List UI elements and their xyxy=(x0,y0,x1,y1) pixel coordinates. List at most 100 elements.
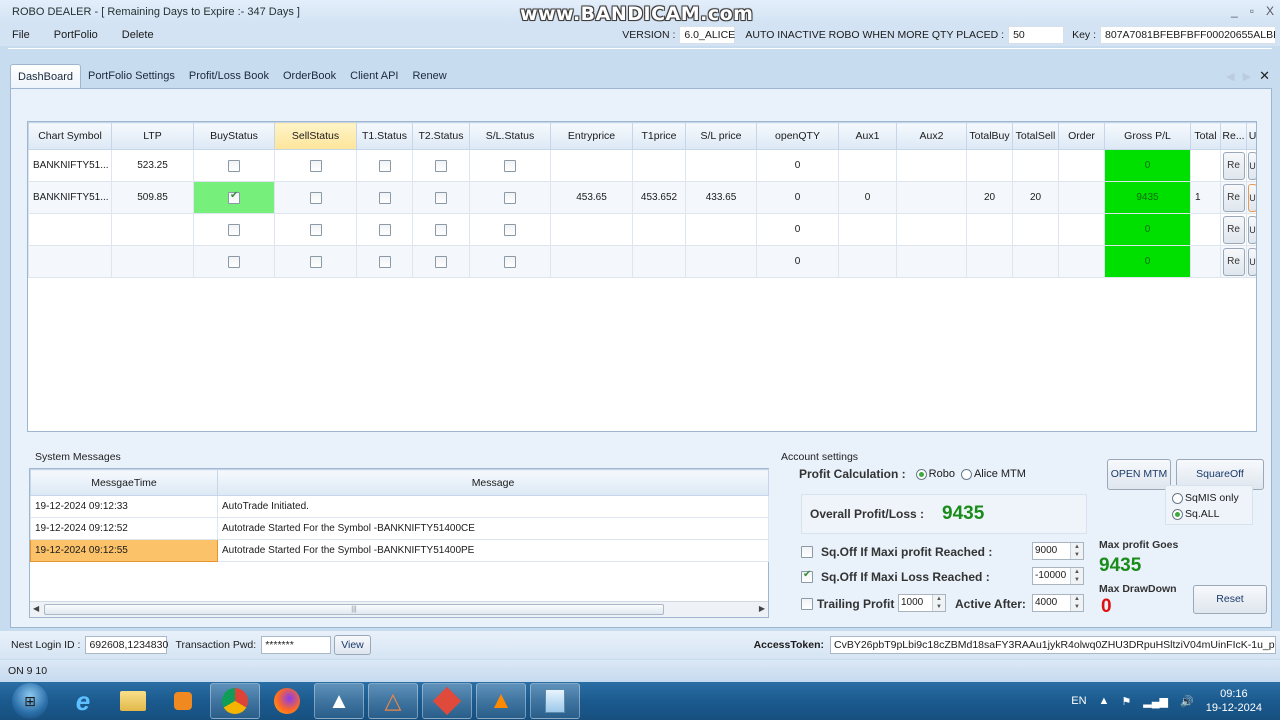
sl-status-checkbox[interactable] xyxy=(504,159,516,172)
trailing-stepper[interactable]: 1000 ▲ ▼ xyxy=(898,594,946,612)
reset-button[interactable]: Reset xyxy=(1193,585,1267,614)
active-after-value[interactable]: 4000 xyxy=(1035,597,1057,608)
tab-portfolio-settings[interactable]: PortFolio Settings xyxy=(81,64,182,88)
view-button[interactable]: View xyxy=(334,635,371,655)
grid-row[interactable]: 0 0 Re U xyxy=(28,213,1256,246)
col-buy-status[interactable]: BuyStatus xyxy=(193,122,275,150)
scroll-left-icon[interactable]: ◀ xyxy=(33,604,39,613)
t1-status-checkbox[interactable] xyxy=(378,255,391,268)
clock[interactable]: 09:16 19-12-2024 xyxy=(1206,687,1262,715)
tab-profit-loss-book[interactable]: Profit/Loss Book xyxy=(182,64,276,88)
tab-orderbook[interactable]: OrderBook xyxy=(276,64,343,88)
u-button[interactable]: U xyxy=(1248,215,1256,244)
auto-inactive-qty-field[interactable]: 50 xyxy=(1008,26,1065,44)
close-button[interactable]: X xyxy=(1266,4,1274,18)
radio-robo[interactable]: Robo xyxy=(915,468,955,480)
col-t1-status[interactable]: T1.Status xyxy=(356,122,413,150)
maxloss-stepper[interactable]: -10000 ▲ ▼ xyxy=(1032,567,1084,585)
tab-next-icon[interactable]: ▶ xyxy=(1243,70,1251,83)
menu-portfolio[interactable]: PortFolio xyxy=(42,29,110,41)
t1-status-checkbox[interactable] xyxy=(378,159,391,172)
buy-status-checkbox[interactable] xyxy=(228,223,240,236)
spin-arrows-icon[interactable]: ▲ ▼ xyxy=(932,595,945,611)
t2-status-checkbox[interactable] xyxy=(435,159,447,172)
trading-app-icon[interactable]: ▲ xyxy=(314,683,364,719)
col-chart-symbol[interactable]: Chart Symbol xyxy=(28,122,112,150)
radio-sqall-indicator[interactable] xyxy=(1172,508,1183,520)
buy-status-checkbox[interactable] xyxy=(228,159,240,172)
file-explorer-icon[interactable] xyxy=(108,683,158,719)
col-aux1[interactable]: Aux1 xyxy=(838,122,897,150)
re-button[interactable]: Re xyxy=(1222,151,1245,180)
col-ltp[interactable]: LTP xyxy=(111,122,194,150)
menu-file[interactable]: File xyxy=(0,29,42,41)
sl-status-checkbox[interactable] xyxy=(504,255,516,268)
col-entry-price[interactable]: Entryprice xyxy=(550,122,633,150)
tab-client-api[interactable]: Client API xyxy=(343,64,405,88)
chrome-icon[interactable] xyxy=(210,683,260,719)
col-aux2[interactable]: Aux2 xyxy=(896,122,967,150)
minimize-button[interactable]: _ xyxy=(1231,4,1238,18)
t1-status-checkbox[interactable] xyxy=(378,191,391,204)
tab-prev-icon[interactable]: ◀ xyxy=(1226,70,1234,83)
firefox-icon[interactable] xyxy=(262,683,312,719)
menu-delete[interactable]: Delete xyxy=(110,29,166,41)
scroll-thumb[interactable]: ||| xyxy=(44,604,664,615)
maxloss-checkbox[interactable] xyxy=(801,569,813,583)
radio-sqmis-indicator[interactable] xyxy=(1172,492,1183,504)
sl-status-checkbox[interactable] xyxy=(504,223,516,236)
buy-status-checkbox[interactable] xyxy=(228,190,240,204)
maxprofit-checkbox[interactable] xyxy=(801,546,813,558)
notepad-icon[interactable] xyxy=(530,683,580,719)
radio-robo-indicator[interactable] xyxy=(915,468,927,480)
transaction-pwd-field[interactable]: ******* xyxy=(261,636,332,654)
tab-dashboard[interactable]: DashBoard xyxy=(10,64,82,88)
maxloss-value[interactable]: -10000 xyxy=(1035,570,1066,581)
maxprofit-stepper[interactable]: 9000 ▲ ▼ xyxy=(1032,542,1084,560)
radio-sq-all[interactable]: Sq.ALL xyxy=(1172,506,1246,522)
message-row[interactable]: 19-12-2024 09:12:52 Autotrade Started For… xyxy=(30,517,769,540)
anydesk-icon[interactable] xyxy=(422,683,472,719)
grid-row[interactable]: BANKNIFTY51...509.85453.65453.652433.650… xyxy=(28,181,1256,214)
col-message[interactable]: Message xyxy=(217,469,769,496)
sell-status-checkbox[interactable] xyxy=(309,191,322,204)
radio-alice-mtm[interactable]: Alice MTM xyxy=(960,468,1026,480)
tab-close-icon[interactable]: ✕ xyxy=(1259,68,1270,84)
col-sl-price[interactable]: S/L price xyxy=(685,122,757,150)
network-signal-icon[interactable]: ▂▄▆ xyxy=(1143,695,1168,708)
sell-status-checkbox[interactable] xyxy=(309,159,322,172)
trailing-checkbox[interactable] xyxy=(801,598,813,610)
active-after-stepper[interactable]: 4000 ▲ ▼ xyxy=(1032,594,1084,612)
amibroker-icon[interactable]: △ xyxy=(368,683,418,719)
t2-status-checkbox[interactable] xyxy=(435,223,447,236)
key-field[interactable]: 807A7081BFEBFBFF00020655ALBE xyxy=(1100,26,1276,44)
system-messages-grid[interactable]: MessgaeTime Message 19-12-2024 09:12:33 A… xyxy=(29,468,769,618)
re-button[interactable]: Re xyxy=(1222,183,1245,212)
show-hidden-icons-icon[interactable]: ▲ xyxy=(1099,695,1110,707)
col-t2-status[interactable]: T2.Status xyxy=(412,122,470,150)
action-center-flag-icon[interactable]: ⚑ xyxy=(1121,695,1131,708)
positions-grid[interactable]: Chart Symbol LTP BuyStatus SellStatus T1… xyxy=(27,121,1257,432)
scroll-right-icon[interactable]: ▶ xyxy=(759,604,765,613)
u-button[interactable]: U xyxy=(1248,183,1256,212)
message-row[interactable]: 19-12-2024 09:12:33 AutoTrade Initiated. xyxy=(30,495,769,518)
col-re[interactable]: Re... xyxy=(1220,122,1247,150)
maxprofit-value[interactable]: 9000 xyxy=(1035,545,1057,556)
trailing-value[interactable]: 1000 xyxy=(901,597,923,608)
sl-status-checkbox[interactable] xyxy=(504,191,516,204)
spin-arrows-icon[interactable]: ▲ ▼ xyxy=(1070,595,1083,611)
col-open-qty[interactable]: openQTY xyxy=(756,122,839,150)
radio-alice-mtm-indicator[interactable] xyxy=(960,468,972,480)
col-message-time[interactable]: MessgaeTime xyxy=(30,469,218,496)
tab-renew[interactable]: Renew xyxy=(405,64,453,88)
col-total-sell[interactable]: TotalSell xyxy=(1012,122,1059,150)
restore-button[interactable]: ▫ xyxy=(1250,4,1254,18)
col-total[interactable]: Total xyxy=(1190,122,1221,150)
col-t1-price[interactable]: T1price xyxy=(632,122,686,150)
spin-arrows-icon[interactable]: ▲ ▼ xyxy=(1070,568,1083,584)
sell-status-checkbox[interactable] xyxy=(309,255,322,268)
start-button-icon[interactable]: ⊞ xyxy=(12,683,48,719)
grid-row[interactable]: BANKNIFTY51... 523.25 0 0 Re U xyxy=(28,149,1256,182)
spin-arrows-icon[interactable]: ▲ ▼ xyxy=(1070,543,1083,559)
col-order[interactable]: Order xyxy=(1058,122,1105,150)
